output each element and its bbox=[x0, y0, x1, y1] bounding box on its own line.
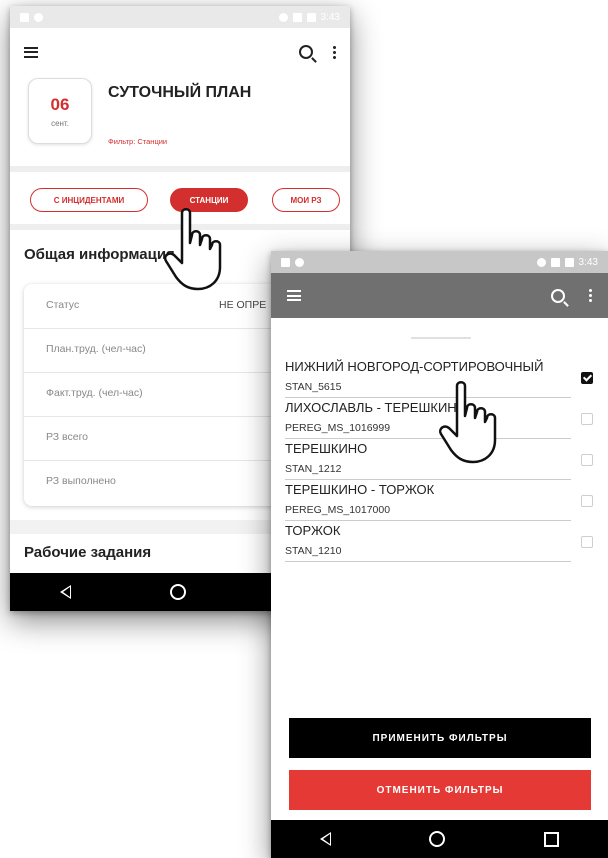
filter-checkbox[interactable] bbox=[581, 372, 593, 384]
filter-item-code: STAN_1212 bbox=[285, 463, 342, 475]
date-card: 06 сент. bbox=[28, 78, 92, 144]
filter-label: Фильтр: Станции bbox=[108, 137, 168, 146]
search-icon[interactable] bbox=[551, 288, 565, 303]
filter-item-code: PEREG_MS_1016999 bbox=[285, 422, 391, 434]
signal-icon bbox=[292, 12, 302, 22]
filter-checkbox[interactable] bbox=[581, 454, 593, 466]
info-label: Статус bbox=[46, 299, 80, 311]
filter-checkbox[interactable] bbox=[581, 536, 593, 548]
location-icon bbox=[278, 12, 288, 22]
info-label: Факт.труд. (чел-час) bbox=[46, 387, 143, 399]
chip-incidents[interactable]: С ИНЦИДЕНТАМИ bbox=[30, 188, 148, 212]
station-filter-screen: 3:43 НИЖНИЙ НОВГОРОД-СОРТИРОВОЧНЫЙ STAN_5… bbox=[271, 251, 608, 858]
location-icon bbox=[536, 257, 546, 267]
info-label: РЗ всего bbox=[46, 431, 89, 443]
date-day: 06 bbox=[50, 95, 70, 114]
menu-icon[interactable] bbox=[287, 290, 301, 301]
status-bar: 3:43 bbox=[271, 251, 608, 273]
filter-item[interactable]: ТЕРЕШКИНО - ТОРЖОК PEREG_MS_1017000 bbox=[285, 480, 571, 521]
notification-icon bbox=[34, 12, 43, 22]
recents-icon[interactable] bbox=[543, 831, 559, 847]
page-title: СУТОЧНЫЙ ПЛАН bbox=[108, 84, 252, 101]
filter-item[interactable]: ЛИХОСЛАВЛЬ - ТЕРЕШКИНО PEREG_MS_1016999 bbox=[285, 398, 571, 439]
filter-item-name: ТЕРЕШКИНО - ТОРЖОК bbox=[285, 482, 435, 497]
apply-filters-button[interactable]: ПРИМЕНИТЬ ФИЛЬТРЫ bbox=[289, 718, 591, 758]
filter-checkbox[interactable] bbox=[581, 495, 593, 507]
filter-item-name: ТЕРЕШКИНО bbox=[285, 441, 368, 456]
filter-item-code: STAN_5615 bbox=[285, 381, 342, 393]
back-icon[interactable] bbox=[320, 832, 332, 846]
signal-icon bbox=[550, 257, 560, 267]
search-icon[interactable] bbox=[299, 45, 313, 59]
chip-my-tasks[interactable]: МОИ РЗ bbox=[272, 188, 340, 212]
work-tasks-title: Рабочие задания bbox=[24, 544, 152, 561]
app-bar bbox=[271, 273, 608, 318]
info-value: НЕ ОПРЕ bbox=[219, 299, 267, 311]
app-bar bbox=[10, 28, 350, 76]
menu-icon[interactable] bbox=[24, 46, 38, 58]
status-time: 3:43 bbox=[320, 11, 340, 23]
filter-checkbox[interactable] bbox=[581, 413, 593, 425]
date-month: сент. bbox=[51, 119, 69, 128]
filter-item-name: ТОРЖОК bbox=[285, 523, 341, 538]
info-label: РЗ выполнено bbox=[46, 475, 116, 487]
general-info-title: Общая информация bbox=[24, 246, 175, 263]
home-icon[interactable] bbox=[169, 584, 186, 600]
filter-item-code: PEREG_MS_1017000 bbox=[285, 504, 391, 516]
system-nav-bar bbox=[271, 820, 608, 858]
back-icon[interactable] bbox=[59, 585, 71, 599]
cancel-filters-button[interactable]: ОТМЕНИТЬ ФИЛЬТРЫ bbox=[289, 770, 591, 810]
filter-item[interactable]: ТЕРЕШКИНО STAN_1212 bbox=[285, 439, 571, 480]
home-icon[interactable] bbox=[429, 831, 446, 847]
notification-icon bbox=[295, 257, 304, 267]
status-time: 3:43 bbox=[578, 256, 598, 268]
hand-pointer-icon bbox=[439, 381, 497, 464]
divider bbox=[10, 166, 350, 172]
notification-icon bbox=[20, 12, 29, 22]
more-options-icon[interactable] bbox=[333, 45, 336, 59]
filter-item-code: STAN_1210 bbox=[285, 545, 342, 557]
notification-icon bbox=[281, 257, 290, 267]
sheet-handle[interactable] bbox=[411, 337, 471, 339]
filter-item[interactable]: НИЖНИЙ НОВГОРОД-СОРТИРОВОЧНЫЙ STAN_5615 bbox=[285, 357, 571, 398]
filter-item-name: НИЖНИЙ НОВГОРОД-СОРТИРОВОЧНЫЙ bbox=[285, 359, 544, 374]
filter-item[interactable]: ТОРЖОК STAN_1210 bbox=[285, 521, 571, 562]
more-options-icon[interactable] bbox=[589, 289, 592, 302]
battery-icon bbox=[564, 257, 574, 267]
info-label: План.труд. (чел-час) bbox=[46, 343, 146, 355]
status-bar: 3:43 bbox=[10, 6, 350, 28]
battery-icon bbox=[306, 12, 316, 22]
hand-pointer-icon bbox=[164, 208, 222, 291]
